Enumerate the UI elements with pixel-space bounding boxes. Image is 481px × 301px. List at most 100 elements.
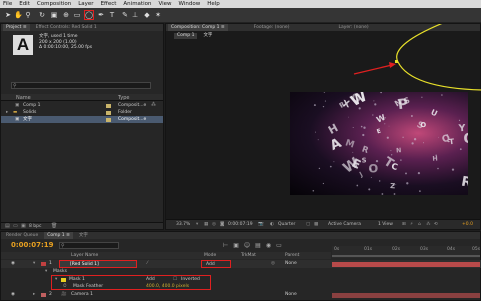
menu-composition[interactable]: Composition [37, 1, 71, 7]
zoom-dropdown[interactable]: 33.7% [176, 220, 190, 230]
time-ruler[interactable]: 0s 01s 02s 03s 04s 05s [332, 246, 480, 258]
shape-tool-icon[interactable]: ▭ [73, 11, 81, 19]
column-parent[interactable]: Parent [285, 252, 299, 259]
project-search-input[interactable]: ⚲ [11, 82, 151, 89]
brush-tool-icon[interactable]: ✎ [121, 11, 129, 19]
expand-triangle-icon[interactable]: ▾ [45, 268, 47, 275]
hand-tool-icon[interactable]: ✋ [14, 11, 23, 19]
ellipse-tool-icon[interactable]: ◯ [84, 10, 94, 20]
pixel-aspect-icon[interactable]: ⊞ [402, 220, 406, 230]
eraser-tool-icon[interactable]: ◆ [143, 11, 151, 19]
bit-depth-label[interactable]: 8 bpc [29, 224, 41, 229]
project-item[interactable]: ▸ ▬ Solids Folder [1, 109, 163, 116]
flowchart-icon[interactable]: ⁂ [151, 102, 156, 108]
viewer-timecode[interactable]: 0:00:07:19 [228, 220, 253, 230]
menu-window[interactable]: Window [179, 1, 201, 7]
column-mode[interactable]: Mode [204, 252, 216, 259]
label-swatch[interactable] [106, 118, 111, 122]
label-swatch[interactable] [41, 293, 46, 297]
timeline-icon[interactable]: ⌂ [418, 220, 421, 230]
tab-effect-controls[interactable]: Effect Controls: Red Solid 1 [33, 24, 100, 31]
flowchart-icon[interactable]: ⁂ [426, 220, 431, 230]
label-swatch[interactable] [106, 104, 111, 108]
menu-view[interactable]: View [158, 1, 171, 7]
mask-mode-dropdown[interactable]: Add [146, 276, 155, 283]
pen-switch-icon[interactable]: ⁄ [147, 260, 148, 268]
parent-dropdown[interactable]: None [285, 260, 297, 268]
pan-behind-tool-icon[interactable]: ⊕ [62, 11, 70, 19]
tab-render-queue[interactable]: Render Queue [3, 232, 41, 239]
tab-comp1[interactable]: Comp 1 ≡ [44, 232, 73, 239]
tab-project[interactable]: Project ≡ [3, 24, 30, 31]
composition-mini-flowchart-icon[interactable]: ⊢ [223, 242, 233, 249]
resolution-dropdown[interactable]: Quarter [278, 220, 295, 230]
clone-tool-icon[interactable]: ⊥ [131, 11, 139, 19]
timeline-timecode[interactable]: 0:00:07:19 [11, 241, 54, 249]
snapshot-icon[interactable]: ◙ [220, 220, 224, 230]
column-layer-name[interactable]: Layer Name [71, 252, 98, 259]
column-type[interactable]: Type [118, 95, 129, 101]
layer-name[interactable]: [Red Solid 1] [59, 260, 137, 268]
layer-duration-bar[interactable] [332, 262, 480, 267]
column-trkmat[interactable]: TrkMat [241, 252, 256, 259]
mask-row[interactable]: ▾ Mask 1 Add ☐ Inverted [1, 276, 481, 283]
layer-duration-bar[interactable] [332, 293, 480, 298]
grid-icon[interactable]: ▦ [204, 220, 208, 230]
menu-edit[interactable]: Edit [19, 1, 30, 7]
text-tool-icon[interactable]: T [108, 11, 116, 19]
visibility-eye-icon[interactable]: ◉ [11, 260, 15, 268]
menu-layer[interactable]: Layer [78, 1, 93, 7]
exposure-reset-icon[interactable]: ⟲ [434, 220, 438, 230]
transparency-grid-icon[interactable]: ▩ [314, 220, 318, 230]
project-item-selected[interactable]: ▣ 文字 Composit...e [1, 116, 163, 123]
tab-text-comp[interactable]: 文字 [76, 232, 91, 239]
fast-previews-icon[interactable]: ⚡ [410, 220, 413, 230]
zoom-tool-icon[interactable]: ⚲ [24, 11, 32, 19]
blend-mode-dropdown[interactable]: Add [201, 260, 231, 268]
inverted-checkbox[interactable]: ☐ [173, 276, 177, 283]
masks-group-row[interactable]: ▾ Masks [1, 268, 481, 275]
expand-triangle-icon[interactable]: ▾ [33, 260, 35, 268]
visibility-eye-icon[interactable]: ◉ [11, 291, 15, 298]
region-of-interest-icon[interactable]: ▢ [306, 220, 310, 230]
expand-triangle-icon[interactable]: ▸ [6, 109, 8, 116]
frame-blending-icon[interactable]: ▤ [255, 242, 266, 249]
camera-snapshot-icon[interactable]: 📷 [258, 220, 264, 230]
motion-blur-icon[interactable]: ◉ [266, 242, 276, 249]
expand-triangle-icon[interactable]: ▸ [33, 291, 35, 298]
pen-tool-icon[interactable]: ✒ [97, 11, 105, 19]
graph-editor-icon[interactable]: ▭ [276, 242, 287, 249]
project-item[interactable]: ▣ Comp 1 Composit...e [1, 102, 163, 109]
composition-preview[interactable]: NPOSWZORETHXYQURSTHOWEJANWOMCSR [290, 92, 468, 195]
camera-dropdown[interactable]: Active Camera [328, 220, 361, 230]
work-area-bar[interactable] [332, 255, 480, 257]
mask-feather-row[interactable]: ⏱ Mask Feather 400.0, 400.0 pixels [1, 283, 481, 290]
parent-dropdown[interactable]: None [285, 291, 297, 298]
mask-visibility-icon[interactable]: ◎ [212, 220, 216, 230]
draft-3d-icon[interactable]: ▣ [233, 242, 244, 249]
expand-triangle-icon[interactable]: ▾ [55, 276, 57, 283]
label-swatch[interactable] [41, 262, 46, 266]
parent-pick-whip-icon[interactable]: ◎ [271, 260, 275, 268]
label-swatch[interactable] [106, 111, 111, 115]
puppet-tool-icon[interactable]: ✶ [154, 11, 162, 19]
new-comp-icon[interactable]: ▣ [21, 223, 26, 229]
menu-effect[interactable]: Effect [101, 1, 117, 7]
stopwatch-icon[interactable]: ⏱ [63, 283, 67, 290]
mask-color-swatch[interactable] [61, 278, 66, 282]
rotate-tool-icon[interactable]: ↻ [38, 11, 46, 19]
menu-file[interactable]: File [3, 1, 12, 7]
shy-icon[interactable]: ☺ [244, 242, 255, 249]
new-folder-icon[interactable]: ▭ [13, 223, 18, 229]
camera-tool-icon[interactable]: ▣ [50, 11, 58, 19]
selection-tool-icon[interactable]: ➤ [4, 11, 12, 19]
menu-help[interactable]: Help [207, 1, 220, 7]
trash-icon[interactable]: 🗑 [51, 223, 57, 229]
exposure-value[interactable]: +0.0 [462, 220, 473, 230]
view-layout-dropdown[interactable]: 1 View [378, 220, 393, 230]
channel-icon[interactable]: ◐ [270, 220, 274, 230]
column-name[interactable]: Name [16, 95, 31, 101]
timeline-search-input[interactable]: ⚲ [59, 242, 119, 249]
menu-animation[interactable]: Animation [123, 1, 151, 7]
mask-feather-value[interactable]: 400.0, 400.0 pixels [146, 283, 189, 290]
